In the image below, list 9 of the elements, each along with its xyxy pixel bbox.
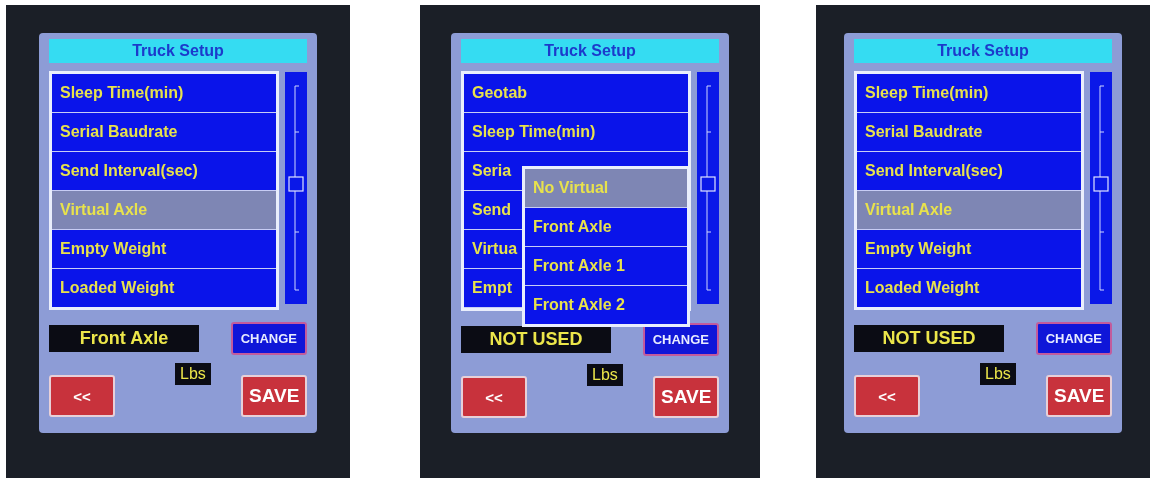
unit-label: Lbs xyxy=(980,363,1016,385)
value-display: NOT USED xyxy=(854,325,1004,352)
screen-title: Truck Setup xyxy=(461,39,719,63)
unit-label: Lbs xyxy=(175,363,211,385)
screen-title: Truck Setup xyxy=(49,39,307,63)
value-display: NOT USED xyxy=(461,326,611,353)
screen-title: Truck Setup xyxy=(854,39,1112,63)
unit-label: Lbs xyxy=(587,364,623,386)
value-display: Front Axle xyxy=(49,325,199,352)
